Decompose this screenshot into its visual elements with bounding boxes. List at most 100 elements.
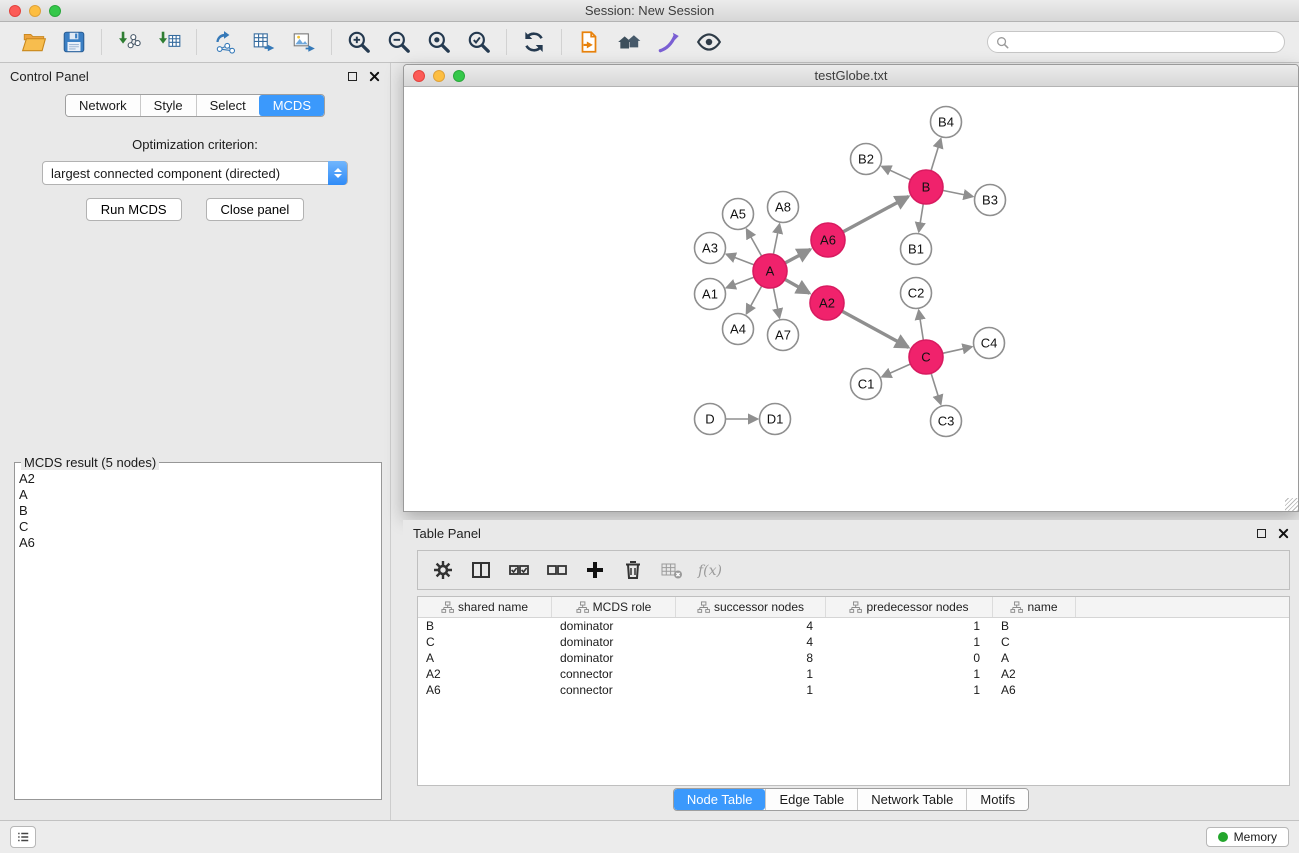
folder-open-button[interactable] xyxy=(14,26,54,58)
edge-A-A6[interactable] xyxy=(785,249,810,263)
column-header-predecessor-nodes[interactable]: predecessor nodes xyxy=(826,597,993,617)
mcds-result-item[interactable]: A6 xyxy=(19,535,377,551)
node-C4[interactable]: C4 xyxy=(974,328,1005,359)
table-cell[interactable]: A2 xyxy=(418,666,552,682)
optimization-criterion-dropdown[interactable]: largest connected component (directed) xyxy=(42,161,348,185)
table-cell[interactable]: 1 xyxy=(826,634,993,650)
memory-button[interactable]: Memory xyxy=(1206,827,1289,847)
node-B2[interactable]: B2 xyxy=(851,144,882,175)
node-A7[interactable]: A7 xyxy=(768,320,799,351)
edge-A-A7[interactable] xyxy=(773,288,779,318)
search-input[interactable] xyxy=(1014,35,1276,49)
zoom-selected-button[interactable] xyxy=(459,26,499,58)
node-A3[interactable]: A3 xyxy=(695,233,726,264)
table-cell[interactable]: 1 xyxy=(676,666,826,682)
column-header-mcds-role[interactable]: MCDS role xyxy=(552,597,676,617)
table-tab-motifs[interactable]: Motifs xyxy=(966,789,1028,810)
style-brush-button[interactable] xyxy=(649,26,689,58)
edge-A2-C[interactable] xyxy=(842,311,909,347)
trash-button[interactable] xyxy=(616,555,650,585)
refresh-button[interactable] xyxy=(514,26,554,58)
new-network-button[interactable] xyxy=(204,26,244,58)
mcds-result-item[interactable]: A2 xyxy=(19,471,377,487)
table-cell[interactable]: connector xyxy=(552,666,676,682)
float-table-panel-icon[interactable] xyxy=(1257,529,1266,538)
minimize-window-button[interactable] xyxy=(29,5,41,17)
table-cell[interactable]: C xyxy=(993,634,1076,650)
edge-C-C3[interactable] xyxy=(931,373,941,404)
edge-A-A1[interactable] xyxy=(726,277,754,288)
edge-A-A3[interactable] xyxy=(726,254,754,265)
close-window-button[interactable] xyxy=(9,5,21,17)
delete-table-button[interactable] xyxy=(654,555,688,585)
column-header-name[interactable]: name xyxy=(993,597,1076,617)
table-cell[interactable]: A6 xyxy=(993,682,1076,698)
mcds-result-item[interactable]: C xyxy=(19,519,377,535)
node-D1[interactable]: D1 xyxy=(760,404,791,435)
node-A5[interactable]: A5 xyxy=(723,199,754,230)
edge-B-B3[interactable] xyxy=(943,190,973,196)
deselect-all-button[interactable] xyxy=(540,555,574,585)
edge-A-A4[interactable] xyxy=(746,286,761,314)
edge-A-A2[interactable] xyxy=(785,279,810,293)
table-cell[interactable]: 1 xyxy=(826,682,993,698)
edge-B-B2[interactable] xyxy=(882,166,911,179)
export-image-button[interactable] xyxy=(284,26,324,58)
node-B1[interactable]: B1 xyxy=(901,234,932,265)
zoom-out-button[interactable] xyxy=(379,26,419,58)
node-C3[interactable]: C3 xyxy=(931,406,962,437)
table-cell[interactable]: A xyxy=(993,650,1076,666)
import-network-file-button[interactable] xyxy=(109,26,149,58)
node-C1[interactable]: C1 xyxy=(851,369,882,400)
table-cell[interactable]: 4 xyxy=(676,618,826,634)
edge-C-C2[interactable] xyxy=(919,310,924,340)
node-C2[interactable]: C2 xyxy=(901,278,932,309)
close-table-panel-icon[interactable] xyxy=(1278,528,1289,539)
table-cell[interactable]: dominator xyxy=(552,618,676,634)
eye-button[interactable] xyxy=(689,26,729,58)
tab-select[interactable]: Select xyxy=(196,95,259,116)
node-C[interactable]: C xyxy=(909,340,943,374)
floppy-save-button[interactable] xyxy=(54,26,94,58)
node-A1[interactable]: A1 xyxy=(695,279,726,310)
tab-style[interactable]: Style xyxy=(140,95,196,116)
table-tab-node-table[interactable]: Node Table xyxy=(674,789,766,810)
table-cell[interactable]: 4 xyxy=(676,634,826,650)
maximize-window-button[interactable] xyxy=(49,5,61,17)
edge-C-C1[interactable] xyxy=(882,364,911,377)
edge-C-C4[interactable] xyxy=(943,347,972,354)
float-panel-icon[interactable] xyxy=(348,72,357,81)
table-cell[interactable]: 0 xyxy=(826,650,993,666)
zoom-in-button[interactable] xyxy=(339,26,379,58)
mcds-result-item[interactable]: A xyxy=(19,487,377,503)
node-B[interactable]: B xyxy=(909,170,943,204)
edge-A-A8[interactable] xyxy=(773,224,779,254)
search-box[interactable] xyxy=(987,31,1285,53)
column-header-shared-name[interactable]: shared name xyxy=(418,597,552,617)
table-cell[interactable]: B xyxy=(993,618,1076,634)
close-panel-button[interactable]: Close panel xyxy=(206,198,305,221)
table-cell[interactable]: 1 xyxy=(826,666,993,682)
mcds-result-item[interactable]: B xyxy=(19,503,377,519)
node-A4[interactable]: A4 xyxy=(723,314,754,345)
add-button[interactable] xyxy=(578,555,612,585)
table-row[interactable]: Adominator80A xyxy=(418,650,1289,666)
new-table-button[interactable] xyxy=(244,26,284,58)
edge-B-B4[interactable] xyxy=(931,139,941,171)
table-row[interactable]: Bdominator41B xyxy=(418,618,1289,634)
table-cell[interactable]: 1 xyxy=(676,682,826,698)
gear-button[interactable] xyxy=(426,555,460,585)
table-row[interactable]: A6connector11A6 xyxy=(418,682,1289,698)
run-mcds-button[interactable]: Run MCDS xyxy=(86,198,182,221)
edge-B-B1[interactable] xyxy=(919,204,924,232)
table-tab-network-table[interactable]: Network Table xyxy=(857,789,966,810)
select-all-button[interactable] xyxy=(502,555,536,585)
table-cell[interactable]: 8 xyxy=(676,650,826,666)
network-canvas[interactable]: B4B2BB3A5A8A6B1A3AA1C2A2A4A7C4CC1C3DD1 xyxy=(404,88,1298,511)
network-maximize-button[interactable] xyxy=(453,70,465,82)
table-cell[interactable]: A6 xyxy=(418,682,552,698)
show-panel-button[interactable] xyxy=(10,826,36,848)
edge-A-A5[interactable] xyxy=(747,229,762,256)
import-table-file-button[interactable] xyxy=(149,26,189,58)
node-D[interactable]: D xyxy=(695,404,726,435)
